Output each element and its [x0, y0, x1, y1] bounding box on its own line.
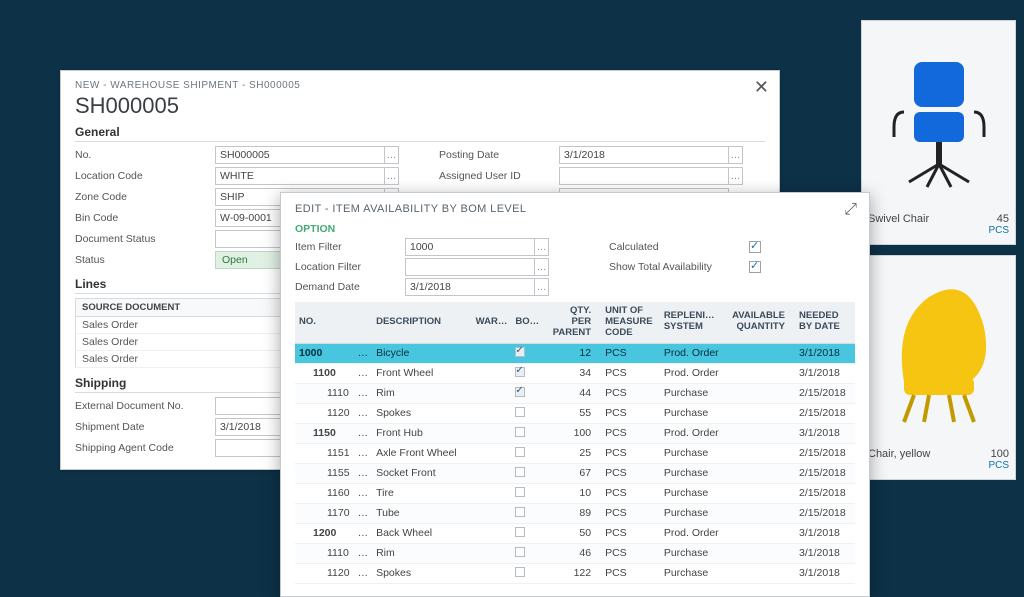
col-qty: QTY. PER PARENT	[545, 302, 601, 343]
product-name: Swivel Chair	[868, 213, 929, 225]
table-row[interactable]: 1110 … Rim 44 PCS Purchase 2/15/2018	[295, 383, 855, 403]
assigned-user-input[interactable]	[559, 167, 729, 185]
label-posting: Posting Date	[439, 149, 559, 161]
row-menu-icon[interactable]: …	[354, 563, 373, 583]
item-filter-input[interactable]	[405, 238, 535, 256]
col-uom: UNIT OF MEASURE CODE	[601, 302, 660, 343]
close-icon[interactable]: ✕	[754, 77, 769, 98]
label-no: No.	[75, 149, 215, 161]
label-doc-status: Document Status	[75, 233, 215, 245]
label-item-filter: Item Filter	[295, 241, 405, 253]
col-no: NO.	[295, 302, 354, 343]
row-menu-icon[interactable]: …	[354, 403, 373, 423]
section-general: General	[75, 125, 765, 142]
label-location: Location Code	[75, 170, 215, 182]
col-description: DESCRIPTION	[372, 302, 472, 343]
bo-checkbox[interactable]	[515, 347, 525, 357]
no-input[interactable]	[215, 146, 385, 164]
product-image	[868, 262, 1009, 442]
row-menu-icon[interactable]: …	[354, 423, 373, 443]
row-menu-icon[interactable]: …	[354, 443, 373, 463]
label-zone: Zone Code	[75, 191, 215, 203]
col-needed: NEEDED BY DATE	[795, 302, 855, 343]
col-war: WAR…	[472, 302, 512, 343]
bo-checkbox[interactable]	[515, 407, 525, 417]
table-row[interactable]: 1160 … Tire 10 PCS Purchase 2/15/2018	[295, 483, 855, 503]
demand-date-input[interactable]	[405, 278, 535, 296]
show-total-checkbox[interactable]	[749, 261, 761, 273]
expand-icon[interactable]: ⤢	[844, 201, 857, 219]
col-replenish: REPLENI… SYSTEM	[660, 302, 728, 343]
page-title: SH000005	[75, 93, 765, 119]
product-qty: 100	[991, 448, 1009, 460]
table-row[interactable]: 1000 … Bicycle 12 PCS Prod. Order 3/1/20…	[295, 343, 855, 363]
table-row[interactable]: 1100 … Front Wheel 34 PCS Prod. Order 3/…	[295, 363, 855, 383]
row-menu-icon[interactable]: …	[354, 523, 373, 543]
lookup-icon[interactable]: …	[729, 146, 743, 164]
bo-checkbox[interactable]	[515, 447, 525, 457]
label-assigned-user: Assigned User ID	[439, 170, 559, 182]
table-row[interactable]: 1170 … Tube 89 PCS Purchase 2/15/2018	[295, 503, 855, 523]
table-row[interactable]: 1200 … Back Wheel 50 PCS Prod. Order 3/1…	[295, 523, 855, 543]
table-row[interactable]: 1120 … Spokes 122 PCS Purchase 3/1/2018	[295, 563, 855, 583]
product-unit: PCS	[868, 460, 1009, 471]
bo-checkbox[interactable]	[515, 547, 525, 557]
label-calculated: Calculated	[609, 241, 749, 253]
posting-date-input[interactable]	[559, 146, 729, 164]
col-bo: BO…	[511, 302, 544, 343]
label-demand-date: Demand Date	[295, 281, 405, 293]
bo-checkbox[interactable]	[515, 467, 525, 477]
lookup-icon[interactable]: …	[729, 167, 743, 185]
row-menu-icon[interactable]: …	[354, 483, 373, 503]
calculated-checkbox[interactable]	[749, 241, 761, 253]
row-menu-icon[interactable]: …	[354, 543, 373, 563]
label-bin: Bin Code	[75, 212, 215, 224]
bom-table: NO. DESCRIPTION WAR… BO… QTY. PER PARENT…	[295, 302, 855, 584]
lookup-icon[interactable]: …	[385, 167, 399, 185]
product-qty: 45	[997, 213, 1009, 225]
label-extdoc: External Document No.	[75, 400, 215, 412]
label-shipdate: Shipment Date	[75, 421, 215, 433]
location-input[interactable]	[215, 167, 385, 185]
bo-checkbox[interactable]	[515, 487, 525, 497]
window-title: EDIT - ITEM AVAILABILITY BY BOM LEVEL	[295, 203, 855, 215]
location-filter-input[interactable]	[405, 258, 535, 276]
row-menu-icon[interactable]: …	[354, 363, 373, 383]
table-row[interactable]: 1110 … Rim 46 PCS Purchase 3/1/2018	[295, 543, 855, 563]
bo-checkbox[interactable]	[515, 427, 525, 437]
bom-availability-window: ⤢ EDIT - ITEM AVAILABILITY BY BOM LEVEL …	[280, 192, 870, 597]
breadcrumb: NEW - WAREHOUSE SHIPMENT - SH000005	[75, 80, 300, 91]
bo-checkbox[interactable]	[515, 507, 525, 517]
row-menu-icon[interactable]: …	[354, 343, 373, 363]
product-name: Chair, yellow	[868, 448, 930, 460]
lookup-icon[interactable]: …	[535, 238, 549, 256]
bo-checkbox[interactable]	[515, 567, 525, 577]
row-menu-icon[interactable]: …	[354, 463, 373, 483]
label-agent: Shipping Agent Code	[75, 442, 215, 454]
bo-checkbox[interactable]	[515, 367, 525, 377]
col-avail: AVAILABLE QUANTITY	[728, 302, 795, 343]
label-status: Status	[75, 254, 215, 266]
row-menu-icon[interactable]: …	[354, 383, 373, 403]
label-location-filter: Location Filter	[295, 261, 405, 273]
table-row[interactable]: 1155 … Socket Front 67 PCS Purchase 2/15…	[295, 463, 855, 483]
table-row[interactable]: 1150 … Front Hub 100 PCS Prod. Order 3/1…	[295, 423, 855, 443]
lookup-icon[interactable]: …	[385, 146, 399, 164]
table-row[interactable]: 1151 … Axle Front Wheel 25 PCS Purchase …	[295, 443, 855, 463]
table-row[interactable]: 1120 … Spokes 55 PCS Purchase 2/15/2018	[295, 403, 855, 423]
label-show-total: Show Total Availability	[609, 261, 749, 273]
option-header: OPTION	[295, 223, 855, 235]
row-menu-icon[interactable]: …	[354, 503, 373, 523]
product-unit: PCS	[868, 225, 1009, 236]
product-image	[868, 27, 1009, 207]
bo-checkbox[interactable]	[515, 527, 525, 537]
product-card[interactable]: Swivel Chair 45 PCS	[861, 20, 1016, 245]
lookup-icon[interactable]: …	[535, 278, 549, 296]
bo-checkbox[interactable]	[515, 387, 525, 397]
lookup-icon[interactable]: …	[535, 258, 549, 276]
product-card[interactable]: Chair, yellow 100 PCS	[861, 255, 1016, 480]
